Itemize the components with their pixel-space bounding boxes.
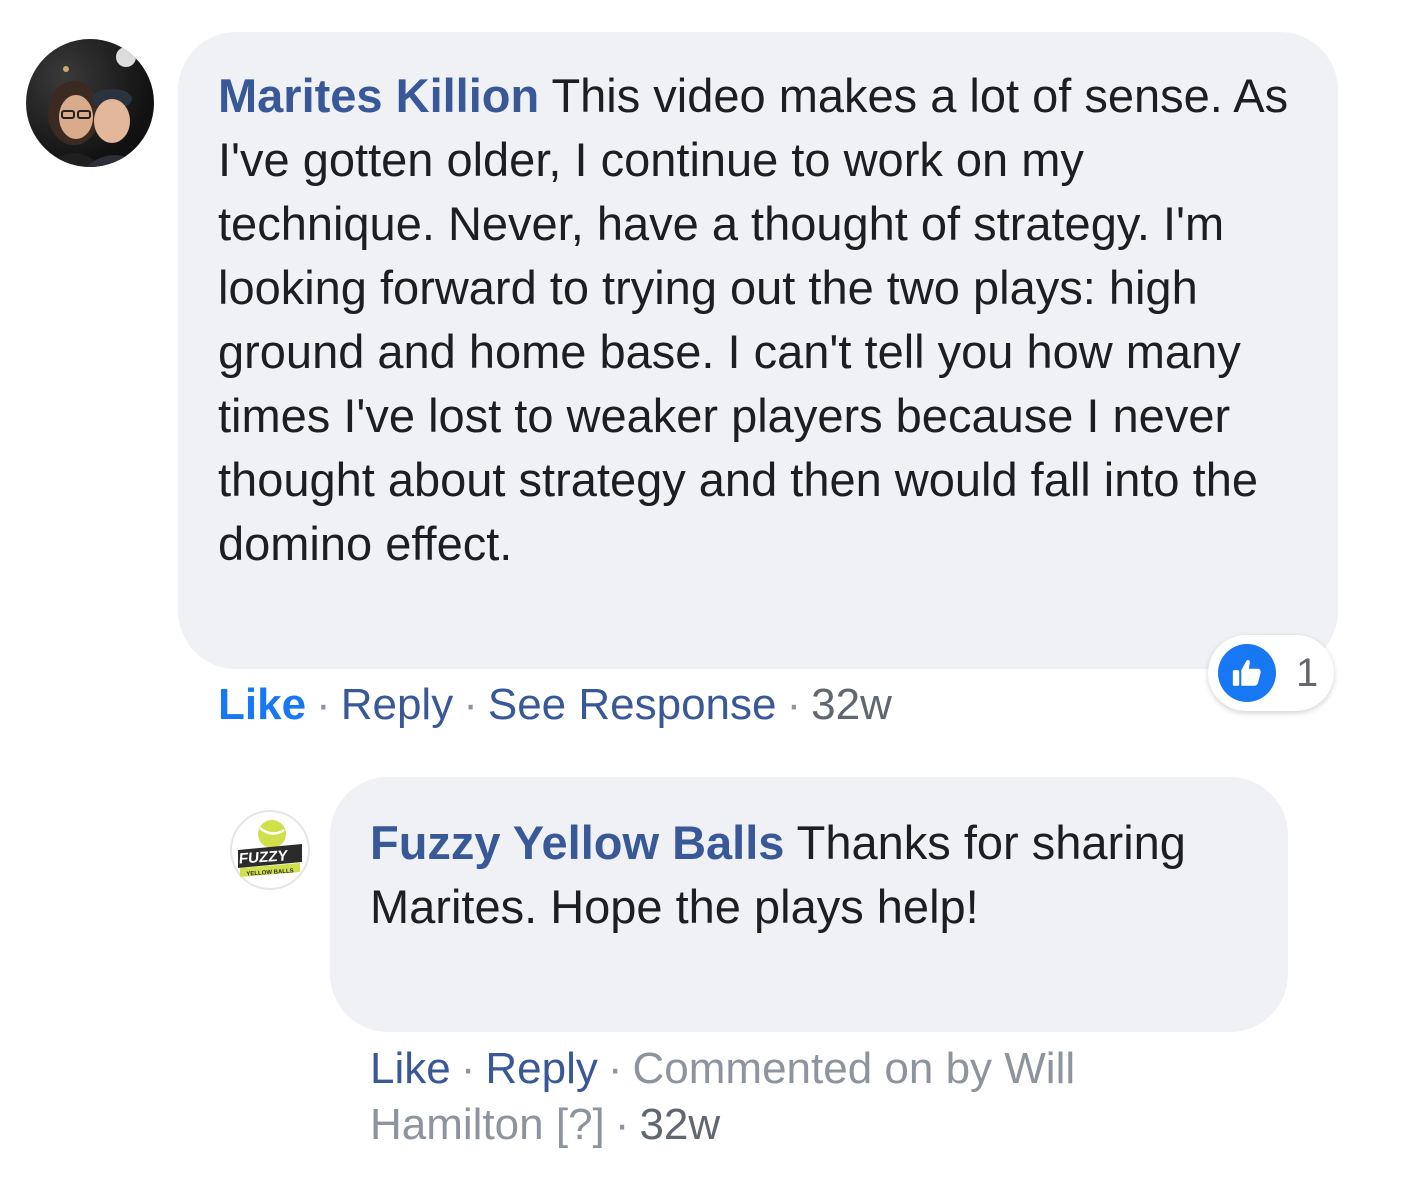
reply-actions: Like · Reply · Commented on by Will Hamilton…	[370, 1044, 1076, 1149]
like-link[interactable]: Like	[218, 680, 306, 729]
reply-author[interactable]: Fuzzy Yellow Balls	[370, 816, 784, 869]
comment-actions: Like · Reply · See Response · 32w	[218, 680, 892, 729]
comment-body: Marites Killion This video makes a lot o…	[218, 64, 1298, 576]
reply-body: Fuzzy Yellow Balls Thanks for sharing Ma…	[370, 811, 1248, 939]
comment-author[interactable]: Marites Killion	[218, 69, 539, 122]
fuzzy-yellow-balls-logo-icon: FUZZY YELLOW BALLS	[233, 813, 307, 887]
profile-photo-icon	[46, 47, 144, 167]
reply-like-link[interactable]: Like	[370, 1044, 451, 1093]
reply-reply-link[interactable]: Reply	[485, 1044, 598, 1093]
commenter-avatar[interactable]	[26, 39, 154, 167]
comment-timestamp[interactable]: 32w	[811, 680, 892, 729]
thumbs-up-icon	[1218, 644, 1276, 702]
reply-link[interactable]: Reply	[341, 680, 454, 729]
help-link[interactable]: [?]	[556, 1100, 605, 1149]
reaction-badge[interactable]: 1	[1208, 635, 1334, 711]
reply-timestamp[interactable]: 32w	[639, 1100, 720, 1149]
reaction-count: 1	[1296, 650, 1319, 695]
comment-text: This video makes a lot of sense. As I've…	[218, 69, 1289, 570]
reply-bubble: Fuzzy Yellow Balls Thanks for sharing Ma…	[330, 777, 1288, 1032]
see-response-link[interactable]: See Response	[488, 680, 777, 729]
comment-bubble: Marites Killion This video makes a lot o…	[178, 32, 1338, 669]
page-avatar[interactable]: FUZZY YELLOW BALLS	[230, 810, 310, 890]
